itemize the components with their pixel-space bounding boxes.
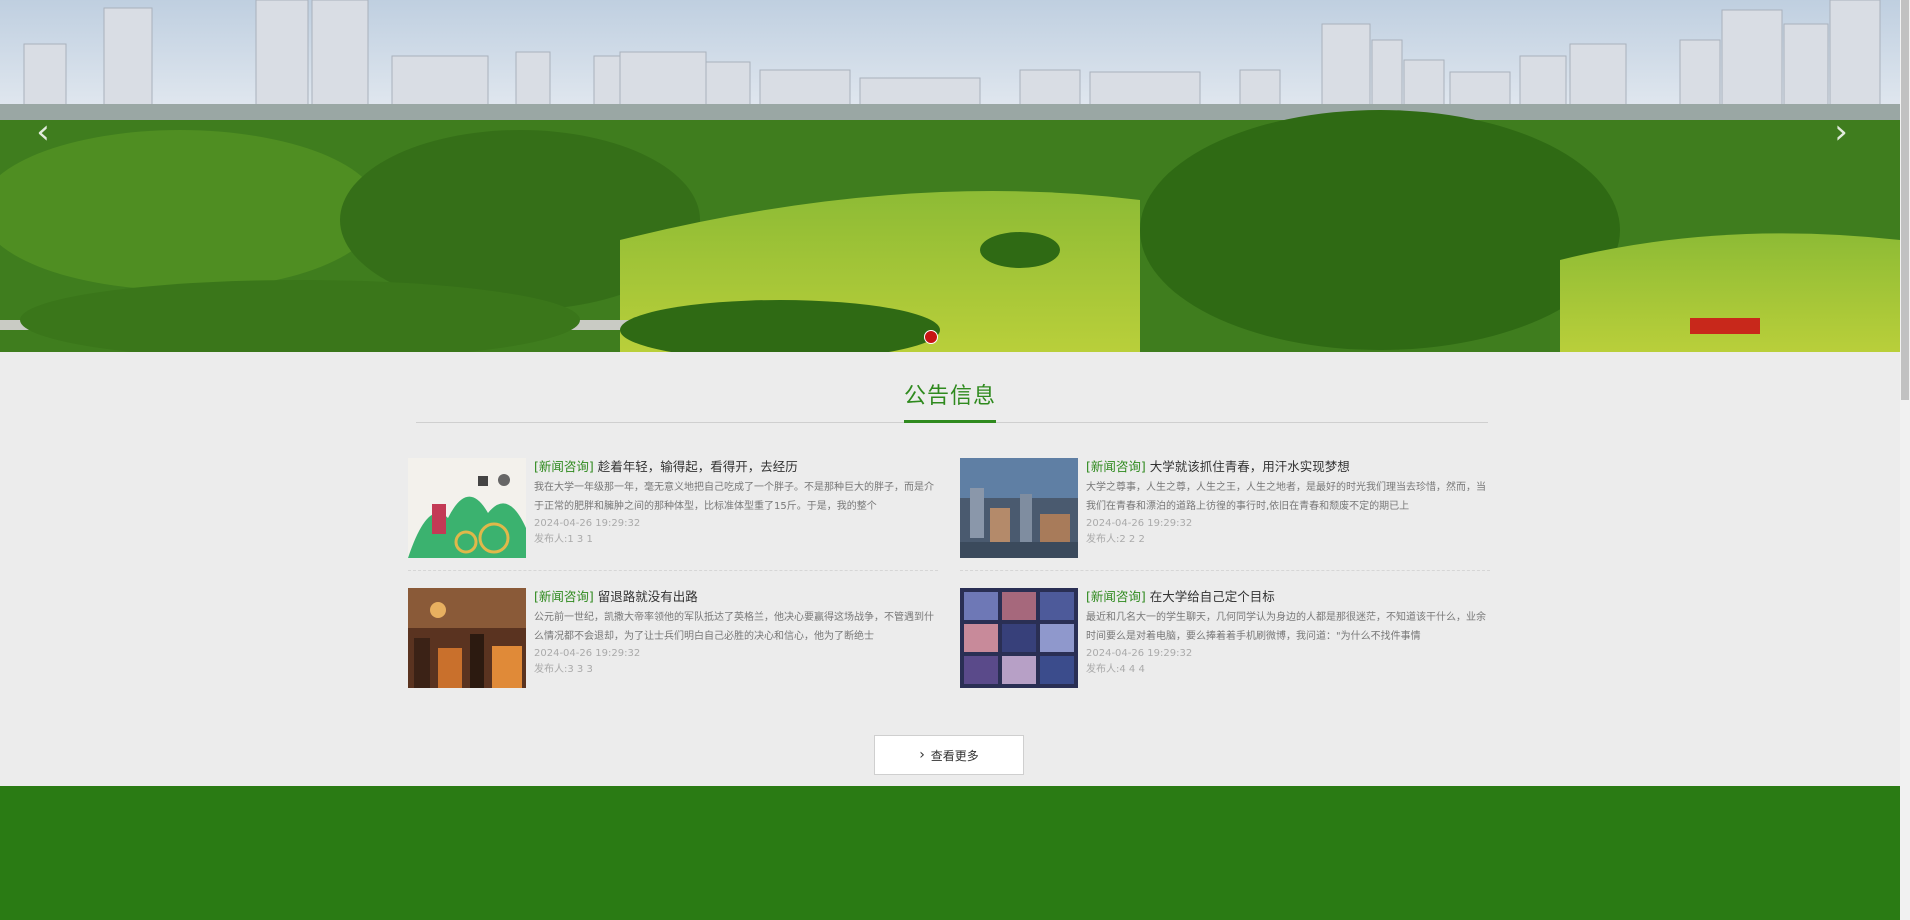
news-tag: [新闻咨询]	[534, 589, 594, 604]
news-item[interactable]: [新闻咨询] 大学就该抓住青春，用汗水实现梦想 大学之尊事，人生之尊，人生之王，…	[960, 458, 1490, 558]
carousel-dot-active[interactable]	[924, 330, 938, 344]
scrollbar-thumb[interactable]	[1901, 0, 1909, 400]
news-excerpt: 大学之尊事，人生之尊，人生之王，人生之地者，是最好的时光我们理当去珍惜，然而，当…	[1086, 482, 1486, 512]
page-scrollbar[interactable]	[1900, 0, 1910, 920]
news-date: 2024-04-26 19:29:32	[534, 648, 641, 659]
news-tag: [新闻咨询]	[534, 459, 594, 474]
news-tag: [新闻咨询]	[1086, 459, 1146, 474]
news-thumbnail[interactable]	[408, 588, 526, 688]
news-headline[interactable]: [新闻咨询] 趁着年轻，输得起，看得开，去经历	[534, 458, 938, 476]
news-item[interactable]: [新闻咨询] 留退路就没有出路 公元前一世纪，凯撒大帝率领他的军队抵达了英格兰，…	[408, 588, 938, 688]
footer	[0, 786, 1900, 920]
news-stats: 发布人:1 3 1	[534, 534, 593, 545]
news-date: 2024-04-26 19:29:32	[1086, 518, 1193, 529]
news-headline[interactable]: [新闻咨询] 留退路就没有出路	[534, 588, 938, 606]
carousel-prev-button[interactable]: ‹	[28, 112, 58, 152]
hero-carousel: ‹ ›	[0, 0, 1900, 352]
news-excerpt: 最近和几名大一的学生聊天，几何同学认为身边的人都是那很迷茫，不知道该干什么，业余…	[1086, 612, 1486, 642]
news-title[interactable]: 留退路就没有出路	[598, 589, 698, 604]
news-divider	[960, 570, 1490, 571]
news-headline[interactable]: [新闻咨询] 大学就该抓住青春，用汗水实现梦想	[1086, 458, 1490, 476]
news-excerpt: 公元前一世纪，凯撒大帝率领他的军队抵达了英格兰，他决心要赢得这场战争，不管遇到什…	[534, 612, 934, 642]
news-thumbnail[interactable]	[408, 458, 526, 558]
news-date: 2024-04-26 19:29:32	[1086, 648, 1193, 659]
section-title-underline	[904, 420, 996, 423]
news-title[interactable]: 趁着年轻，输得起，看得开，去经历	[598, 459, 798, 474]
news-thumbnail[interactable]	[960, 588, 1078, 688]
news-excerpt: 我在大学一年级那一年，毫无意义地把自己吃成了一个胖子。不是那种巨大的胖子，而是介…	[534, 482, 934, 512]
news-item[interactable]: [新闻咨询] 在大学给自己定个目标 最近和几名大一的学生聊天，几何同学认为身边的…	[960, 588, 1490, 688]
news-stats: 发布人:4 4 4	[1086, 664, 1145, 675]
chevron-right-icon: ›	[919, 747, 925, 763]
view-more-button[interactable]: › 查看更多	[874, 735, 1024, 775]
section-title: 公告信息	[903, 384, 996, 409]
view-more-label: 查看更多	[930, 748, 979, 763]
news-stats: 发布人:3 3 3	[534, 664, 593, 675]
news-thumbnail[interactable]	[960, 458, 1078, 558]
hero-image	[0, 0, 1900, 352]
news-date: 2024-04-26 19:29:32	[534, 518, 641, 529]
news-item[interactable]: [新闻咨询] 趁着年轻，输得起，看得开，去经历 我在大学一年级那一年，毫无意义地…	[408, 458, 938, 558]
news-title[interactable]: 大学就该抓住青春，用汗水实现梦想	[1150, 459, 1350, 474]
carousel-indicators	[924, 330, 938, 344]
news-headline[interactable]: [新闻咨询] 在大学给自己定个目标	[1086, 588, 1490, 606]
news-title[interactable]: 在大学给自己定个目标	[1150, 589, 1275, 604]
news-divider	[408, 570, 938, 571]
carousel-next-button[interactable]: ›	[1826, 112, 1856, 152]
news-tag: [新闻咨询]	[1086, 589, 1146, 604]
news-stats: 发布人:2 2 2	[1086, 534, 1145, 545]
